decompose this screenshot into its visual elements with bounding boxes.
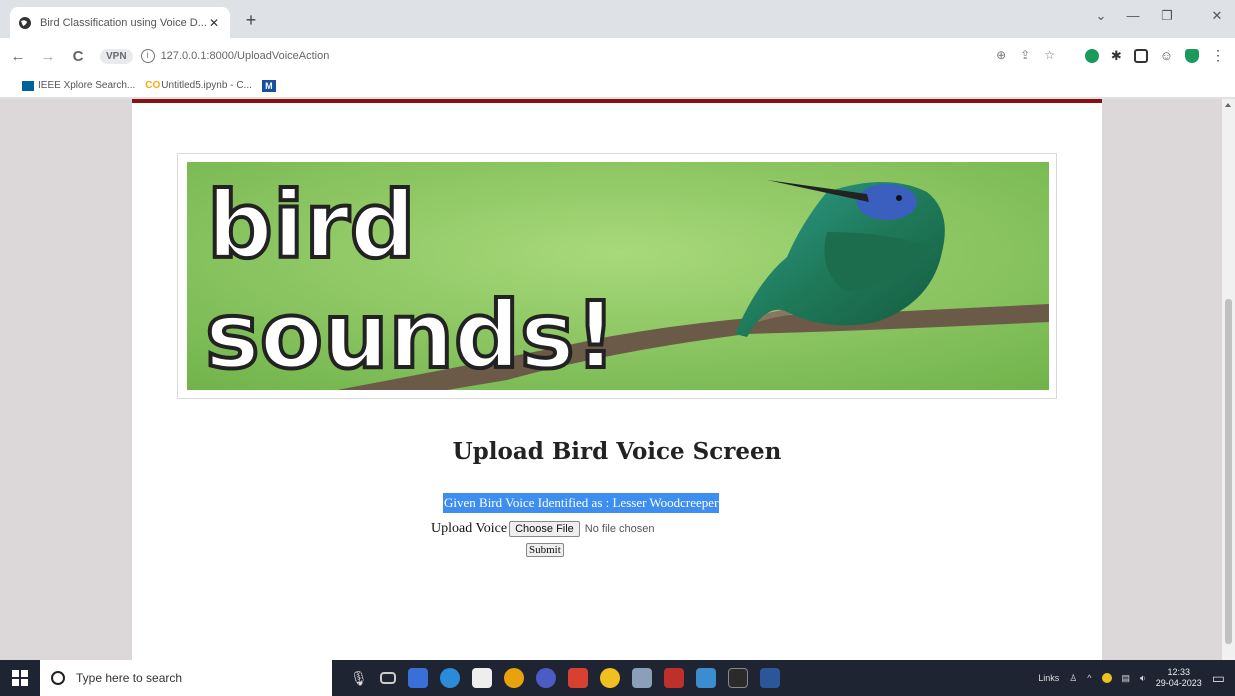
chrome-icon[interactable] <box>503 668 524 688</box>
scroll-up-arrow-icon[interactable] <box>1225 103 1231 107</box>
clock-time: 12:33 <box>1167 667 1190 677</box>
forward-button[interactable]: → <box>36 48 60 65</box>
colab-icon: CO <box>145 79 161 91</box>
page-content: bird sounds! Upload Bird Voice Screen Gi… <box>132 99 1102 660</box>
app-icon-3[interactable] <box>599 668 620 688</box>
banner-word-bird: bird <box>207 172 416 279</box>
app-icon-5[interactable] <box>663 668 684 688</box>
minimize-button[interactable]: — <box>1122 8 1144 23</box>
store-icon[interactable] <box>471 668 492 688</box>
bookmark-colab[interactable]: CO Untitled5.ipynb - C... <box>145 80 252 91</box>
new-tab-button[interactable]: + <box>240 10 262 31</box>
tab-strip: Bird Classification using Voice D... ✕ +… <box>0 0 1235 38</box>
search-icon <box>51 671 65 685</box>
app-icon-4[interactable] <box>631 668 652 688</box>
tray-app-icon[interactable] <box>1101 673 1112 683</box>
clock-date: 29-04-2023 <box>1155 678 1202 688</box>
volume-icon[interactable]: 🔉︎ <box>1140 673 1146 684</box>
ieee-icon <box>22 80 34 91</box>
upload-voice-label: Upload Voice <box>431 521 508 536</box>
browser-toolbar: ← → C VPN i 127.0.0.1:8000/UploadVoiceAc… <box>0 38 1235 74</box>
globe-icon <box>18 16 32 30</box>
bookmark-ieee[interactable]: IEEE Xplore Search... <box>22 80 135 91</box>
windows-taskbar: Type here to search 🎙︎ Links ♙ ^ ▤ 🔉︎ 12… <box>0 660 1235 696</box>
notifications-icon[interactable]: ▭ <box>1212 670 1225 687</box>
app-icon-2[interactable] <box>567 668 588 688</box>
puzzle-extension-icon[interactable]: ✱ <box>1111 48 1122 64</box>
network-icon[interactable]: ▤ <box>1122 673 1131 684</box>
taskbar-search[interactable]: Type here to search <box>40 660 332 696</box>
clock[interactable]: 12:33 29-04-2023 <box>1156 667 1202 689</box>
submit-button[interactable]: Submit <box>526 543 564 557</box>
taskbar-apps: 🎙︎ <box>350 668 780 688</box>
vertical-scrollbar[interactable] <box>1222 99 1235 660</box>
page-title: Upload Bird Voice Screen <box>452 438 782 465</box>
system-tray: Links ♙ ^ ▤ 🔉︎ 12:33 29-04-2023 ▭ <box>1038 660 1235 696</box>
scroll-thumb[interactable] <box>1225 299 1232 644</box>
upload-form-row: Upload Voice Choose File No file chosen <box>431 521 655 537</box>
shield-extension-icon[interactable] <box>1084 48 1099 63</box>
site-info-icon[interactable]: i <box>140 49 155 63</box>
start-button[interactable] <box>0 660 40 696</box>
share-icon[interactable]: ⇪ <box>1020 48 1030 62</box>
m-icon: M <box>261 79 276 92</box>
edge-icon[interactable] <box>439 668 460 688</box>
tab-close-icon[interactable]: ✕ <box>206 16 222 30</box>
app-icon-1[interactable] <box>407 668 428 688</box>
banner-frame: bird sounds! <box>177 153 1057 399</box>
choose-file-button[interactable]: Choose File <box>509 521 580 537</box>
word-icon[interactable] <box>759 668 780 688</box>
browser-tab[interactable]: Bird Classification using Voice D... ✕ <box>10 7 230 38</box>
bookmark-label: Untitled5.ipynb - C... <box>161 80 252 91</box>
vpn-badge[interactable]: VPN <box>100 48 133 64</box>
windows-logo-icon <box>12 670 28 686</box>
microphone-icon[interactable]: 🎙︎ <box>350 670 368 687</box>
zoom-icon[interactable]: ⊕ <box>996 48 1006 62</box>
maximize-button[interactable]: ❐ <box>1156 8 1178 24</box>
back-button[interactable]: ← <box>6 48 30 65</box>
tray-chevron-icon[interactable]: ^ <box>1087 673 1091 683</box>
profile-icon[interactable]: ☺ <box>1160 48 1173 63</box>
menu-kebab-icon[interactable]: ⋮ <box>1211 47 1225 64</box>
reload-button[interactable]: C <box>66 48 90 65</box>
search-placeholder: Type here to search <box>76 671 183 685</box>
page-viewport: bird sounds! Upload Bird Voice Screen Gi… <box>0 99 1222 660</box>
security-extension-icon[interactable] <box>1185 48 1199 63</box>
close-window-button[interactable]: ✕ <box>1206 8 1228 24</box>
bookmarks-bar: IEEE Xplore Search... CO Untitled5.ipynb… <box>0 74 1235 98</box>
banner-word-sounds: sounds! <box>205 282 617 389</box>
chrome-profile-icon[interactable] <box>535 668 556 688</box>
tab-search-icon[interactable]: ⌄ <box>1090 8 1112 24</box>
terminal-icon[interactable] <box>727 668 748 688</box>
prediction-result: Given Bird Voice Identified as : Lesser … <box>443 493 720 513</box>
bookmark-m[interactable]: M <box>261 79 276 92</box>
bookmark-label: IEEE Xplore Search... <box>38 80 136 91</box>
address-bar[interactable]: 127.0.0.1:8000/UploadVoiceAction <box>161 50 330 62</box>
bookmark-star-icon[interactable]: ☆ <box>1044 48 1055 62</box>
sidepanel-icon[interactable] <box>1133 48 1148 63</box>
file-status: No file chosen <box>584 523 655 535</box>
bird-sounds-banner: bird sounds! <box>187 162 1049 390</box>
tab-title: Bird Classification using Voice D... <box>40 16 206 29</box>
extension-icons: ✱ ☺ ⋮ <box>1084 47 1225 64</box>
task-view-icon[interactable] <box>379 672 396 684</box>
address-actions: ⊕ ⇪ ☆ <box>996 48 1055 62</box>
app-icon-6[interactable] <box>695 668 716 688</box>
people-icon[interactable]: ♙ <box>1069 673 1077 684</box>
tray-links[interactable]: Links <box>1038 673 1059 683</box>
